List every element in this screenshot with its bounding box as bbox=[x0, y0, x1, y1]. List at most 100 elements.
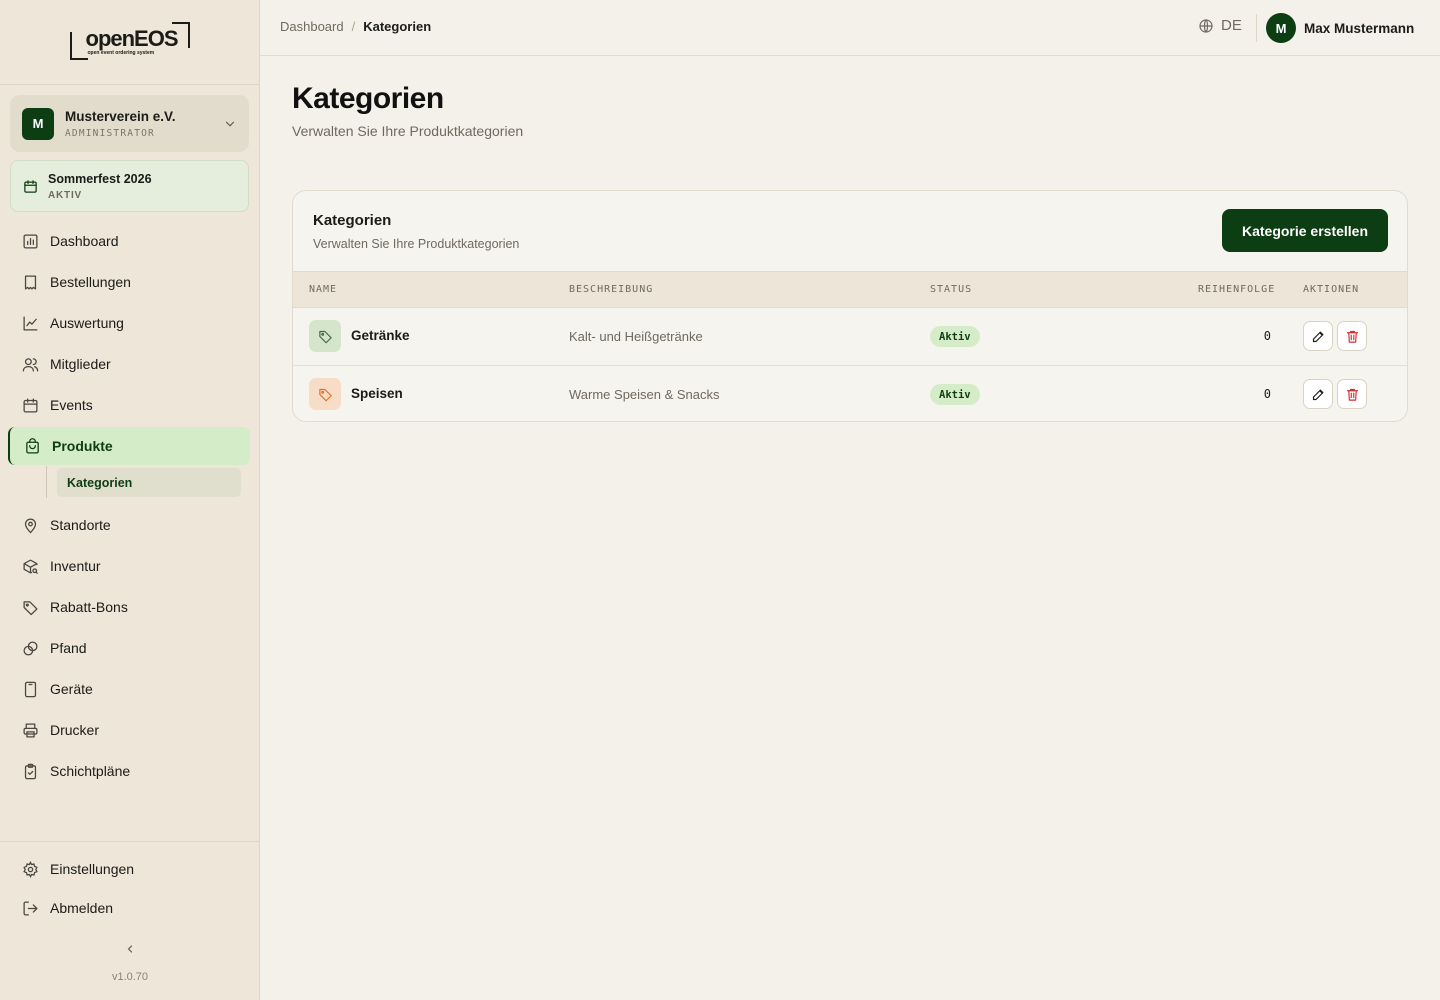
nav-item-pfand[interactable]: Pfand bbox=[8, 629, 250, 667]
org-avatar: M bbox=[22, 107, 54, 140]
nav-item-einstellungen[interactable]: Einstellungen bbox=[8, 850, 250, 888]
edit-button[interactable] bbox=[1303, 321, 1333, 351]
nav-item-inventur[interactable]: Inventur bbox=[8, 547, 250, 585]
subnav-item-kategorien[interactable]: Kategorien bbox=[57, 468, 241, 497]
clipboard-check-icon bbox=[24, 763, 37, 779]
nav-label-geraete: Geräte bbox=[50, 681, 93, 697]
column-header-name[interactable]: NAME bbox=[309, 284, 337, 295]
breadcrumb-current: Kategorien bbox=[363, 19, 432, 34]
nav-label-pfand: Pfand bbox=[50, 640, 87, 656]
line-chart-icon bbox=[23, 315, 38, 331]
edit-button[interactable] bbox=[1303, 379, 1333, 409]
sidebar: openEOS open event ordering system M Mus… bbox=[0, 0, 260, 1000]
user-name: Max Mustermann bbox=[1304, 20, 1415, 36]
nav-item-geraete[interactable]: Geräte bbox=[8, 670, 250, 708]
column-header-aktionen: AKTIONEN bbox=[1303, 284, 1360, 295]
nav-item-auswertung[interactable]: Auswertung bbox=[8, 304, 250, 342]
nav-item-mitglieder[interactable]: Mitglieder bbox=[8, 345, 250, 383]
column-header-status[interactable]: STATUS bbox=[930, 284, 972, 295]
table-row[interactable]: Getränke Kalt- und Heißgetränke Aktiv 0 bbox=[293, 308, 1407, 365]
subnav-label-kategorien: Kategorien bbox=[67, 475, 133, 490]
org-name: Musterverein e.V. bbox=[65, 108, 176, 124]
nav-label-rabatt-bons: Rabatt-Bons bbox=[50, 599, 128, 615]
logo-area: openEOS open event ordering system bbox=[0, 0, 259, 85]
category-name: Getränke bbox=[351, 328, 410, 343]
topbar-divider bbox=[1256, 14, 1257, 42]
pencil-icon bbox=[1312, 389, 1323, 400]
nav-item-produkte[interactable]: Produkte bbox=[8, 427, 250, 465]
recycle-link-icon bbox=[23, 640, 38, 656]
nav-label-auswertung: Auswertung bbox=[50, 315, 124, 331]
active-event-card[interactable]: Sommerfest 2026 AKTIV bbox=[10, 160, 249, 212]
avatar: M bbox=[1266, 13, 1296, 43]
sidebar-divider bbox=[0, 841, 260, 842]
language-code: DE bbox=[1221, 17, 1242, 34]
card-subtitle: Verwalten Sie Ihre Produktkategorien bbox=[313, 237, 520, 251]
nav-item-rabatt-bons[interactable]: Rabatt-Bons bbox=[8, 588, 250, 626]
calendar-icon bbox=[23, 397, 38, 413]
calendar-icon bbox=[24, 179, 37, 193]
topbar: Dashboard / Kategorien DE M Max Musterma… bbox=[260, 0, 1440, 56]
nav-label-dashboard: Dashboard bbox=[50, 233, 119, 249]
breadcrumb-separator: / bbox=[351, 19, 356, 34]
shopping-bag-icon bbox=[26, 437, 39, 454]
status-badge: Aktiv bbox=[930, 326, 980, 347]
trash-icon bbox=[1346, 330, 1358, 343]
delete-button[interactable] bbox=[1337, 379, 1367, 409]
app-version: v1.0.70 bbox=[111, 971, 149, 983]
category-order: 0 bbox=[1263, 387, 1271, 401]
tag-icon bbox=[318, 388, 332, 401]
event-status: AKTIV bbox=[48, 189, 82, 201]
status-badge: Aktiv bbox=[930, 384, 980, 405]
gear-icon bbox=[23, 860, 38, 878]
user-menu[interactable]: M Max Mustermann bbox=[1266, 13, 1414, 43]
category-icon-badge bbox=[309, 378, 341, 410]
category-order: 0 bbox=[1263, 329, 1271, 343]
delete-button[interactable] bbox=[1337, 321, 1367, 351]
tablet-icon bbox=[24, 681, 37, 697]
nav-label-standorte: Standorte bbox=[50, 517, 111, 533]
nav-label-produkte: Produkte bbox=[52, 438, 113, 454]
breadcrumb: Dashboard / Kategorien bbox=[280, 19, 431, 34]
package-search-icon bbox=[23, 558, 39, 574]
pencil-icon bbox=[1312, 331, 1323, 342]
chart-icon bbox=[23, 233, 38, 249]
category-icon-badge bbox=[309, 320, 341, 352]
nav-item-events[interactable]: Events bbox=[8, 386, 250, 424]
organization-switcher[interactable]: M Musterverein e.V. ADMINISTRATOR bbox=[10, 95, 249, 152]
org-role: ADMINISTRATOR bbox=[65, 127, 155, 139]
column-header-reihenfolge[interactable]: REIHENFOLGE bbox=[1198, 284, 1275, 295]
openeos-logo[interactable]: openEOS open event ordering system bbox=[69, 22, 190, 62]
nav-item-abmelden[interactable]: Abmelden bbox=[8, 889, 250, 927]
category-name: Speisen bbox=[351, 386, 403, 401]
page-title: Kategorien bbox=[292, 82, 444, 115]
table-row[interactable]: Speisen Warme Speisen & Snacks Aktiv 0 bbox=[293, 365, 1407, 421]
breadcrumb-dashboard[interactable]: Dashboard bbox=[280, 19, 344, 34]
subnav-indent-line bbox=[46, 466, 47, 498]
language-switcher[interactable]: DE bbox=[1198, 17, 1242, 34]
card-title: Kategorien bbox=[313, 212, 392, 229]
column-header-beschreibung[interactable]: BESCHREIBUNG bbox=[569, 284, 653, 295]
logo-wordmark: openEOS bbox=[85, 26, 179, 51]
create-category-button[interactable]: Kategorie erstellen bbox=[1222, 209, 1388, 252]
nav-label-events: Events bbox=[50, 397, 93, 413]
nav-label-einstellungen: Einstellungen bbox=[50, 861, 135, 877]
nav-item-schichtplaene[interactable]: Schichtpläne bbox=[8, 752, 250, 790]
table-header: NAME BESCHREIBUNG STATUS REIHENFOLGE AKT… bbox=[293, 271, 1407, 308]
nav-label-inventur: Inventur bbox=[50, 558, 101, 574]
globe-icon bbox=[1199, 18, 1213, 33]
chevron-left-icon bbox=[127, 945, 133, 953]
category-description: Kalt- und Heißgetränke bbox=[569, 329, 703, 344]
categories-card: Kategorien Verwalten Sie Ihre Produktkat… bbox=[292, 190, 1408, 422]
nav-item-drucker[interactable]: Drucker bbox=[8, 711, 250, 749]
nav-item-standorte[interactable]: Standorte bbox=[8, 506, 250, 544]
tag-icon bbox=[318, 330, 332, 343]
nav-label-drucker: Drucker bbox=[50, 722, 100, 738]
nav-item-dashboard[interactable]: Dashboard bbox=[8, 222, 250, 260]
nav-item-bestellungen[interactable]: Bestellungen bbox=[8, 263, 250, 301]
printer-icon bbox=[23, 722, 38, 738]
nav-label-abmelden: Abmelden bbox=[50, 900, 114, 916]
page-subtitle: Verwalten Sie Ihre Produktkategorien bbox=[292, 123, 524, 139]
chevron-down-icon bbox=[225, 121, 235, 127]
collapse-sidebar-button[interactable] bbox=[119, 938, 141, 960]
